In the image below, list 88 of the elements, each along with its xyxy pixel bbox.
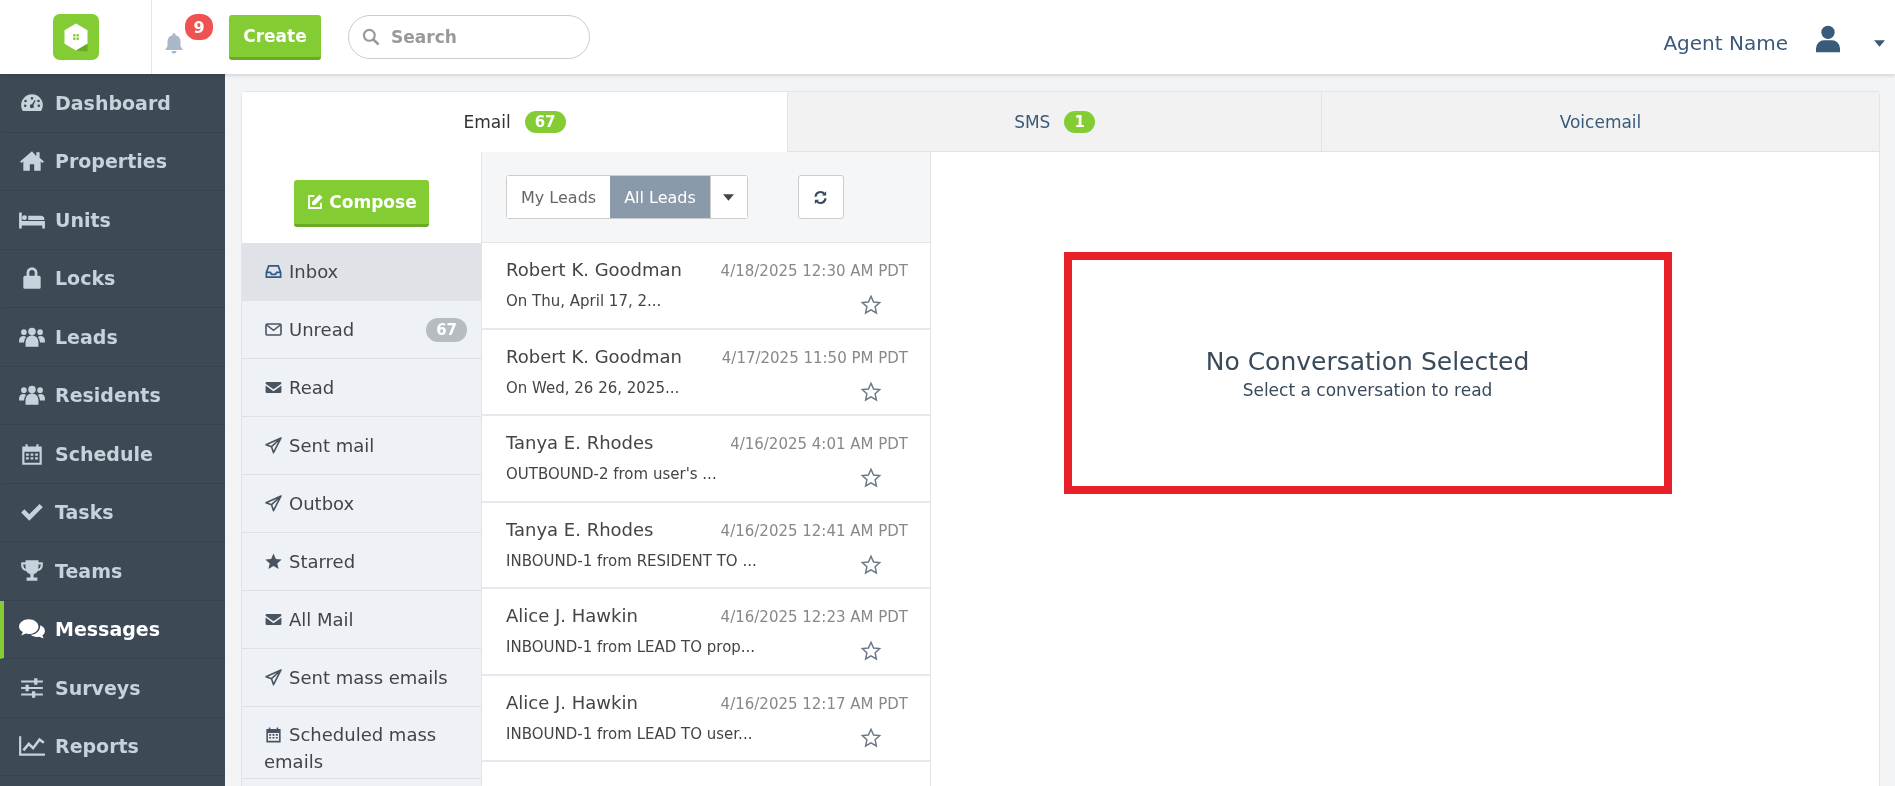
folder-label[interactable]: Inbox [264, 261, 467, 282]
folder-label[interactable]: Outbox [264, 493, 467, 514]
folder-item[interactable]: Starred [242, 533, 481, 591]
caret-icon[interactable] [1874, 39, 1885, 47]
star-icon[interactable] [860, 294, 882, 316]
folder-item[interactable]: Read [242, 359, 481, 417]
caret-icon [723, 193, 735, 201]
message-preview: INBOUND-1 from RESIDENT TO ... [506, 551, 757, 570]
folder-label[interactable]: Sent mail [264, 435, 467, 456]
message-date: 4/16/2025 12:41 AM PDT [720, 521, 908, 540]
star-icon[interactable] [860, 553, 882, 576]
sidebar-item[interactable]: Messages [0, 600, 225, 659]
message-date: 4/17/2025 11:50 PM PDT [721, 348, 908, 367]
sidebar-item[interactable]: Residents [0, 366, 225, 425]
folder-item[interactable]: Inbox [242, 243, 481, 301]
message-row[interactable]: Robert K. Goodman 4/17/2025 11:50 PM PDT On Wed, 26 26, 2025... [482, 329, 930, 416]
sidebar-item[interactable]: Reports [0, 717, 225, 776]
message-row[interactable]: Robert K. Goodman 4/18/2025 12:30 AM PDT On Thu, April 17, 2... [482, 243, 930, 330]
user-name[interactable]: Agent Name [1663, 31, 1788, 55]
count-badge: 67 [426, 317, 467, 342]
paper-plane-icon [264, 494, 283, 513]
dropdown-button[interactable] [709, 176, 747, 218]
folder-item[interactable]: Sent mass emails [242, 649, 481, 707]
notification-count: 9 [185, 14, 213, 40]
star-icon[interactable] [860, 380, 882, 403]
folder-item[interactable]: Sent mail [242, 417, 481, 475]
folder-label[interactable]: Scheduled mass emails [264, 721, 467, 775]
empty-state-subtitle: Select a conversation to read [1242, 379, 1493, 400]
sender-name: Robert K. Goodman [506, 259, 682, 280]
message-preview: INBOUND-1 from LEAD TO user... [506, 724, 753, 743]
sidebar-item[interactable]: Surveys [0, 659, 225, 718]
tab-label[interactable]: Email [463, 111, 511, 132]
star-icon [264, 552, 283, 571]
message-row[interactable]: Alice J. Hawkin 4/16/2025 12:23 AM PDT INBOUND-1 from LEAD TO prop... [482, 589, 930, 676]
folder-label[interactable]: Unread [264, 319, 427, 340]
message-date: 4/16/2025 4:01 AM PDT [730, 435, 908, 453]
folder-label[interactable]: Starred [264, 551, 467, 572]
edit-icon [306, 193, 325, 211]
folder-item[interactable]: All Mail [242, 591, 481, 649]
filter-button[interactable]: My Leads [507, 176, 611, 218]
folder-item[interactable]: Scheduled mass emails [242, 707, 481, 779]
logo-icon[interactable] [52, 14, 99, 60]
message-row[interactable]: Tanya E. Rhodes 4/16/2025 12:41 AM PDT INBOUND-1 from RESIDENT TO ... [482, 502, 930, 589]
folder-item[interactable]: Outbox [242, 475, 481, 533]
sender-name: Alice J. Hawkin [506, 691, 638, 713]
calendar-icon [264, 725, 283, 744]
count-badge: 67 [524, 110, 566, 133]
refresh-button[interactable] [797, 175, 844, 219]
tab[interactable]: SMS 1 [787, 92, 1321, 152]
folder-label[interactable]: Read [264, 377, 467, 398]
inbox-tray-icon [264, 262, 283, 281]
folder-label[interactable]: All Mail [264, 609, 467, 630]
sidebar-item[interactable]: Properties [0, 132, 225, 191]
tab-label[interactable]: SMS [1014, 111, 1051, 132]
sidebar-item[interactable]: Locks [0, 249, 225, 308]
message-preview: On Wed, 26 26, 2025... [506, 378, 680, 397]
star-icon[interactable] [860, 726, 882, 749]
sender-name: Tanya E. Rhodes [506, 432, 654, 453]
sender-name: Tanya E. Rhodes [506, 518, 654, 540]
sidebar-item[interactable]: Units [0, 191, 225, 250]
message-date: 4/16/2025 12:17 AM PDT [720, 694, 908, 713]
sender-name: Alice J. Hawkin [506, 605, 638, 626]
star-icon[interactable] [860, 640, 882, 662]
search-field[interactable]: Search [348, 15, 590, 59]
message-preview: OUTBOUND-2 from user's ... [506, 465, 717, 483]
folder-item[interactable]: Unread 67 [242, 301, 481, 359]
paper-plane-icon [264, 668, 283, 687]
sidebar-item[interactable]: Dashboard [0, 74, 225, 133]
sidebar-item[interactable]: Teams [0, 542, 225, 601]
paper-plane-icon [264, 436, 283, 455]
tab[interactable]: Voicemail [1321, 92, 1879, 152]
sidebar-item[interactable]: Schedule [0, 425, 225, 484]
sender-name: Robert K. Goodman [506, 345, 682, 367]
message-date: 4/18/2025 12:30 AM PDT [720, 262, 908, 280]
message-row[interactable]: Tanya E. Rhodes 4/16/2025 4:01 AM PDT OUTBOUND-2 from user's ... [482, 416, 930, 503]
folder-label[interactable]: Sent mass emails [264, 667, 467, 688]
message-preview: INBOUND-1 from LEAD TO prop... [506, 638, 756, 656]
message-date: 4/16/2025 12:23 AM PDT [720, 608, 908, 626]
star-icon[interactable] [860, 467, 882, 489]
count-badge: 1 [1064, 110, 1095, 133]
empty-state-title: No Conversation Selected [1205, 346, 1530, 376]
message-preview: On Thu, April 17, 2... [506, 292, 662, 310]
sidebar-item[interactable]: Leads [0, 308, 225, 367]
message-row[interactable]: Alice J. Hawkin 4/16/2025 12:17 AM PDT INBOUND-1 from LEAD TO user... [482, 675, 930, 762]
sidebar-item[interactable]: Tasks [0, 483, 225, 542]
trophy-icon [18, 557, 46, 584]
tab-label[interactable]: Voicemail [1559, 111, 1642, 132]
envelope-icon [264, 320, 283, 339]
